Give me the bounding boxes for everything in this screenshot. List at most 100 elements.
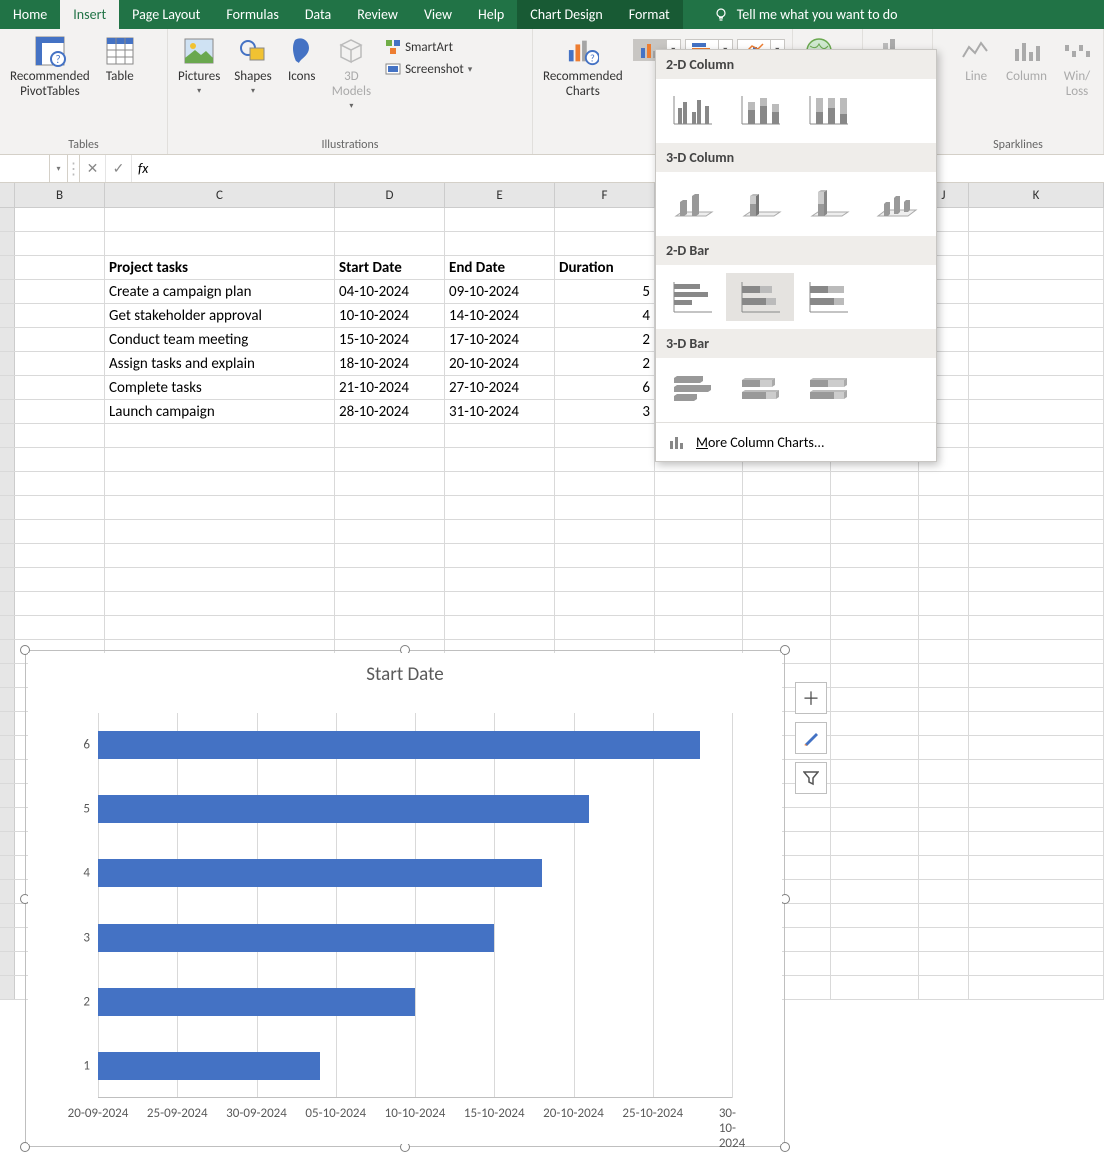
clustered-column-3d[interactable]	[658, 180, 726, 228]
clustered-column-2d[interactable]	[658, 87, 726, 135]
y-tick-label: 5	[83, 802, 90, 817]
chart-bar[interactable]	[98, 859, 542, 887]
smartart-button[interactable]: SmartArt	[381, 37, 476, 57]
formula-input[interactable]	[154, 155, 1104, 182]
chart-filters-button[interactable]	[795, 762, 827, 794]
table-row[interactable]: Create a campaign plan	[105, 280, 335, 303]
x-tick-label: 15-10-2024	[464, 1106, 525, 1121]
x-tick-label: 05-10-2024	[305, 1106, 366, 1121]
sparkline-line-icon	[961, 39, 991, 63]
group-label-tables: Tables	[0, 138, 167, 152]
cell-header-dur[interactable]: Duration	[555, 256, 655, 279]
table-button[interactable]: Table	[100, 33, 140, 86]
clustered-bar-3d[interactable]	[658, 366, 726, 414]
chart-styles-button[interactable]	[795, 722, 827, 754]
group-label-illustrations: Illustrations	[168, 138, 532, 152]
tab-view[interactable]: View	[411, 0, 465, 29]
svg-text:?: ?	[55, 53, 60, 66]
col-header-b[interactable]: B	[15, 183, 105, 207]
chart-bar[interactable]	[98, 988, 415, 1016]
recommended-charts-button[interactable]: ? Recommended Charts	[539, 33, 627, 101]
popup-label-3d-column: 3-D Column	[656, 143, 936, 172]
formula-bar: ▾ ⋮ ✕ ✓ fx	[0, 155, 1104, 183]
stacked-column-3d[interactable]	[726, 180, 794, 228]
tab-data[interactable]: Data	[292, 0, 344, 29]
tab-home[interactable]: Home	[0, 0, 60, 29]
100-stacked-column-2d[interactable]	[794, 87, 862, 135]
table-row[interactable]: Launch campaign	[105, 400, 335, 423]
col-header-d[interactable]: D	[335, 183, 445, 207]
shapes-button[interactable]: Shapes▾	[230, 33, 275, 98]
chart-elements-button[interactable]: ＋	[795, 682, 827, 714]
3d-column[interactable]	[862, 180, 930, 228]
chart-object[interactable]: Start Date 20-09-202425-09-202430-09-202…	[25, 650, 785, 1147]
screenshot-button[interactable]: Screenshot ▾	[381, 59, 476, 79]
cell-header-end[interactable]: End Date	[445, 256, 555, 279]
group-label-sparklines: Sparklines	[933, 138, 1103, 152]
chart-bar[interactable]	[98, 795, 589, 823]
x-tick-label: 30-10-2024	[719, 1106, 745, 1151]
pictures-button[interactable]: Pictures▾	[174, 33, 224, 98]
chart-bar[interactable]	[98, 1052, 320, 1080]
stacked-column-2d[interactable]	[726, 87, 794, 135]
col-header-c[interactable]: C	[105, 183, 335, 207]
table-row[interactable]: Complete tasks	[105, 376, 335, 399]
tab-chart-design[interactable]: Chart Design	[517, 0, 615, 29]
cube-icon	[337, 37, 365, 65]
table-row[interactable]: Assign tasks and explain	[105, 352, 335, 375]
x-tick-label: 25-09-2024	[147, 1106, 208, 1121]
chart-bar[interactable]	[98, 731, 700, 759]
stacked-bar-3d[interactable]	[726, 366, 794, 414]
sparkline-line-button[interactable]: Line	[956, 33, 996, 86]
col-header-e[interactable]: E	[445, 183, 555, 207]
100-stacked-bar-2d[interactable]	[794, 273, 862, 321]
tab-formulas[interactable]: Formulas	[213, 0, 291, 29]
tab-insert[interactable]: Insert	[60, 0, 119, 29]
y-tick-label: 1	[83, 1058, 90, 1073]
icons-button[interactable]: Icons	[282, 33, 322, 86]
tab-format[interactable]: Format	[616, 0, 683, 29]
clustered-bar-2d[interactable]	[658, 273, 726, 321]
cancel-formula-icon[interactable]: ✕	[80, 155, 106, 182]
100-stacked-column-3d[interactable]	[794, 180, 862, 228]
y-tick-label: 3	[83, 930, 90, 945]
tab-page-layout[interactable]: Page Layout	[119, 0, 213, 29]
table-row[interactable]: Conduct team meeting	[105, 328, 335, 351]
plus-icon: ＋	[802, 685, 820, 711]
recommended-pivottables-button[interactable]: ? Recommended PivotTables	[6, 33, 94, 101]
col-header-f[interactable]: F	[555, 183, 655, 207]
brush-icon	[802, 729, 820, 747]
chart-bar[interactable]	[98, 924, 494, 952]
screenshot-icon	[385, 61, 401, 77]
3d-models-button[interactable]: 3D Models▾	[328, 33, 375, 113]
y-tick-label: 6	[83, 738, 90, 753]
popup-label-2d-column: 2-D Column	[656, 50, 936, 79]
tab-review[interactable]: Review	[344, 0, 411, 29]
enter-formula-icon[interactable]: ✓	[106, 155, 132, 182]
popup-label-3d-bar: 3-D Bar	[656, 329, 936, 358]
sparkline-winloss-button[interactable]: Win/ Loss	[1057, 33, 1097, 101]
chart-title[interactable]: Start Date	[28, 653, 782, 692]
tell-me-search[interactable]: Tell me what you want to do	[703, 0, 908, 29]
x-tick-label: 20-10-2024	[543, 1106, 604, 1121]
tab-help[interactable]: Help	[465, 0, 517, 29]
table-row[interactable]: Get stakeholder approval	[105, 304, 335, 327]
name-box[interactable]	[0, 155, 50, 182]
funnel-icon	[803, 770, 819, 786]
more-column-charts[interactable]: More Column Charts...	[656, 422, 936, 461]
cell-header-start[interactable]: Start Date	[335, 256, 445, 279]
chart-side-buttons: ＋	[795, 682, 827, 794]
sparkline-winloss-icon	[1062, 39, 1092, 63]
x-tick-label: 25-10-2024	[622, 1106, 683, 1121]
stacked-bar-2d[interactable]	[726, 273, 794, 321]
sparkline-column-button[interactable]: Column	[1002, 33, 1051, 86]
fx-icon[interactable]: fx	[132, 160, 154, 177]
100-stacked-bar-3d[interactable]	[794, 366, 862, 414]
x-tick-label: 30-09-2024	[226, 1106, 287, 1121]
shapes-icon	[238, 38, 268, 64]
cell-header-task[interactable]: Project tasks	[105, 256, 335, 279]
chart-icon	[668, 433, 686, 451]
sparkline-column-icon	[1012, 39, 1042, 63]
col-header-k[interactable]: K	[969, 183, 1104, 207]
chart-plot-area[interactable]: 20-09-202425-09-202430-09-202405-10-2024…	[98, 713, 732, 1098]
